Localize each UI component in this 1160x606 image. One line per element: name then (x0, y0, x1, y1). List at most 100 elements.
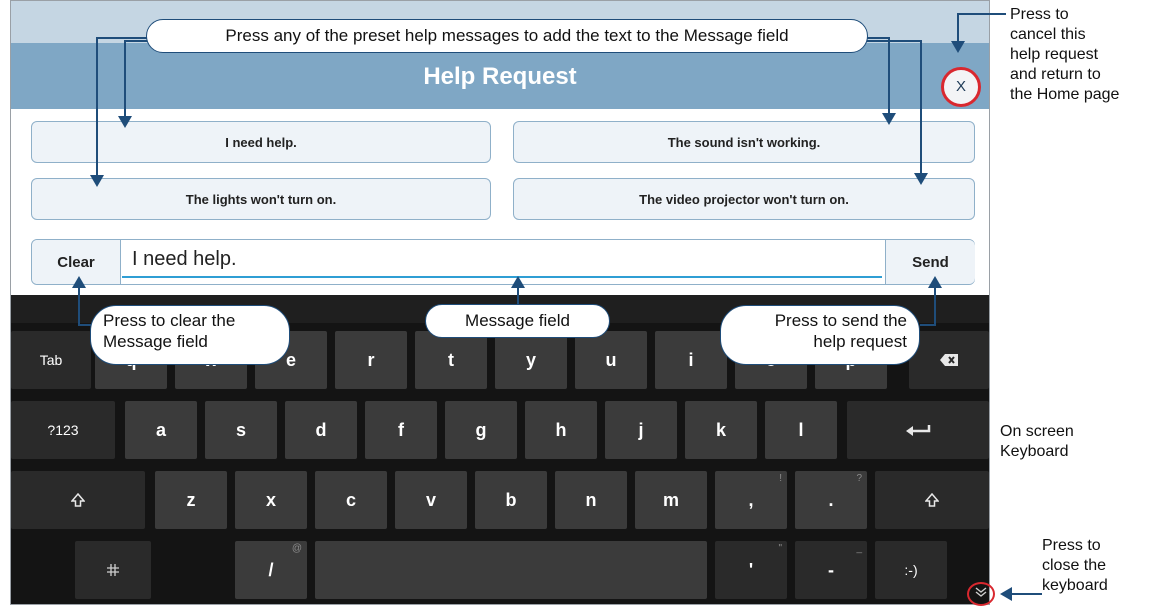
key-r[interactable]: r (335, 331, 407, 389)
key-hint: @ (291, 543, 302, 554)
callout-arrow (928, 276, 942, 288)
key-m[interactable]: m (635, 471, 707, 529)
space-key[interactable] (315, 541, 707, 599)
callout-connector (888, 37, 890, 115)
shift-icon (71, 493, 85, 507)
note-line: Press to (1010, 6, 1069, 23)
symbols-key[interactable]: ?123 (11, 401, 115, 459)
key-x[interactable]: x (235, 471, 307, 529)
message-field-callout: Message field (425, 304, 610, 338)
callout-connector (934, 286, 936, 326)
callout-line: Press to send the (774, 311, 907, 330)
cancel-note: Press to cancel this help request and re… (1010, 5, 1119, 105)
key-k[interactable]: k (685, 401, 757, 459)
hide-keyboard-button[interactable] (967, 582, 995, 606)
callout-connector (124, 40, 126, 118)
callout-arrow (90, 175, 104, 187)
callout-line: help request (813, 332, 907, 351)
key-g[interactable]: g (445, 401, 517, 459)
key-f[interactable]: f (365, 401, 437, 459)
key-z[interactable]: z (155, 471, 227, 529)
shift-key-right[interactable] (875, 471, 989, 529)
note-line: keyboard (1042, 577, 1108, 594)
backspace-icon (940, 354, 958, 366)
message-row: Clear I need help. Send (31, 239, 975, 285)
preset-message-button[interactable]: The sound isn't working. (513, 121, 975, 163)
key-slash[interactable]: / @ (235, 541, 307, 599)
close-button[interactable]: X (941, 67, 981, 107)
callout-connector (517, 286, 519, 304)
key-v[interactable]: v (395, 471, 467, 529)
clear-callout: Press to clear the Message field (90, 305, 290, 365)
key-label: - (828, 559, 834, 580)
note-line: Press to (1042, 537, 1101, 554)
key-j[interactable]: j (605, 401, 677, 459)
key-comma[interactable]: , ! (715, 471, 787, 529)
key-period[interactable]: . ? (795, 471, 867, 529)
key-c[interactable]: c (315, 471, 387, 529)
message-field[interactable]: I need help. (120, 240, 884, 284)
callout-arrow (118, 116, 132, 128)
keyboard-note: On screen Keyboard (1000, 422, 1074, 462)
key-t[interactable]: t (415, 331, 487, 389)
key-d[interactable]: d (285, 401, 357, 459)
key-l[interactable]: l (765, 401, 837, 459)
callout-arrow (511, 276, 525, 288)
key-a[interactable]: a (125, 401, 197, 459)
callout-connector (957, 13, 959, 43)
backspace-key[interactable] (909, 331, 989, 389)
input-underline (122, 276, 882, 278)
callout-connector (920, 324, 936, 326)
callout-connector (124, 40, 148, 42)
page-title: Help Request (423, 63, 577, 90)
callout-connector (96, 37, 148, 39)
tablet-screen: Help Request X I need help. The sound is… (10, 0, 990, 605)
key-y[interactable]: y (495, 331, 567, 389)
keyboard-settings-key[interactable] (75, 541, 151, 599)
message-text: I need help. (132, 248, 237, 270)
callout-connector (96, 37, 98, 177)
key-s[interactable]: s (205, 401, 277, 459)
key-label: / (268, 559, 274, 580)
key-u[interactable]: u (575, 331, 647, 389)
enter-arrow-icon (906, 425, 931, 436)
send-callout: Press to send the help request (720, 305, 920, 365)
key-apostrophe[interactable]: ' " (715, 541, 787, 599)
key-n[interactable]: n (555, 471, 627, 529)
callout-line: Press to clear the (103, 311, 236, 330)
key-hint: ! (779, 473, 782, 484)
note-line: On screen (1000, 423, 1074, 440)
callout-connector (866, 37, 890, 39)
close-keyboard-note: Press to close the keyboard (1042, 536, 1108, 596)
key-b[interactable]: b (475, 471, 547, 529)
callout-arrow (914, 173, 928, 185)
callout-connector (1010, 593, 1042, 595)
callout-line: Message field (103, 332, 208, 351)
shift-icon (925, 493, 939, 507)
callout-arrow (72, 276, 86, 288)
preset-message-button[interactable]: The video projector won't turn on. (513, 178, 975, 220)
callout-connector (78, 286, 80, 326)
chevron-down-icon (975, 587, 987, 597)
preset-message-button[interactable]: I need help. (31, 121, 491, 163)
note-line: help request (1010, 46, 1099, 63)
callout-arrow (951, 41, 965, 53)
tab-key[interactable]: Tab (11, 331, 91, 389)
callout-arrow (882, 113, 896, 125)
smiley-key[interactable]: :-) (875, 541, 947, 599)
enter-key[interactable] (847, 401, 989, 459)
callout-connector (920, 40, 922, 175)
key-h[interactable]: h (525, 401, 597, 459)
shift-key-left[interactable] (11, 471, 145, 529)
key-label: , (748, 489, 754, 510)
note-line: and return to (1010, 66, 1101, 83)
key-dash[interactable]: - _ (795, 541, 867, 599)
callout-arrow (1000, 587, 1012, 601)
note-line: cancel this (1010, 26, 1086, 43)
callout-connector (957, 13, 1006, 15)
key-i[interactable]: i (655, 331, 727, 389)
key-hint: ? (856, 473, 862, 484)
note-line: Keyboard (1000, 443, 1069, 460)
note-line: close the (1042, 557, 1107, 574)
key-label: ' (748, 559, 754, 580)
